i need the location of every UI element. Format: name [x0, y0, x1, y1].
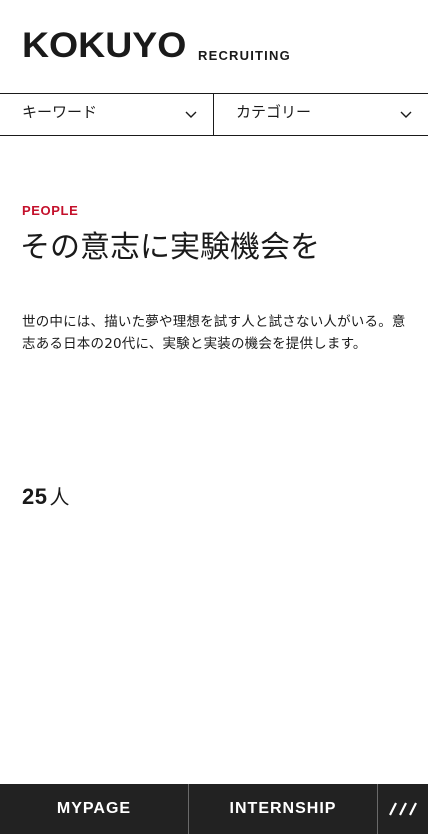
filter-bar: キーワード カテゴリー: [0, 94, 428, 136]
kokuyo-logo[interactable]: KOKUYO: [22, 28, 186, 63]
site-header: KOKUYO RECRUITING: [0, 0, 428, 94]
chevron-down-icon: [400, 111, 412, 118]
keyword-dropdown-label: キーワード: [22, 103, 98, 121]
people-count-number: 25: [22, 484, 48, 509]
mypage-button[interactable]: MYPAGE: [0, 784, 189, 834]
menu-slashes-icon: [389, 802, 417, 816]
category-dropdown-label: カテゴリー: [236, 103, 312, 121]
recruiting-label: RECRUITING: [198, 48, 291, 63]
keyword-dropdown[interactable]: キーワード: [0, 94, 214, 135]
people-count-unit: 人: [49, 485, 70, 509]
category-dropdown[interactable]: カテゴリー: [214, 94, 428, 135]
internship-button[interactable]: INTERNSHIP: [189, 784, 378, 834]
menu-button[interactable]: [378, 784, 428, 834]
chevron-down-icon: [185, 111, 197, 118]
section-eyebrow: PEOPLE: [22, 203, 79, 218]
bottom-nav: MYPAGE INTERNSHIP: [0, 784, 428, 834]
people-count: 25 人: [22, 486, 69, 509]
lead-text: 世の中には、描いた夢や理想を試す人と試さない人がいる。意志ある日本の20代に、実…: [22, 314, 406, 352]
page-title: その意志に実験機会を: [20, 230, 320, 265]
